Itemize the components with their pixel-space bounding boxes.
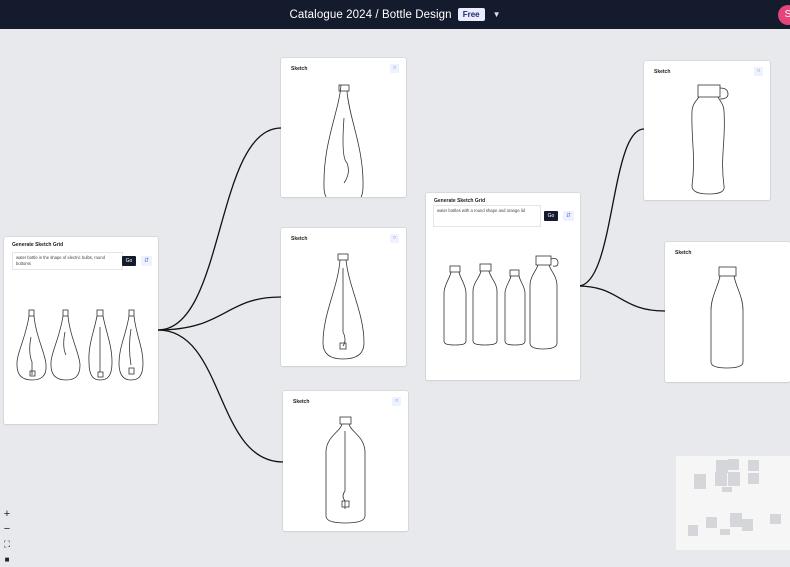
sketch-node-1[interactable]: Sketch ○ [281,58,406,197]
zoom-out-button[interactable]: − [0,522,14,537]
project-title[interactable]: Catalogue 2024 / Bottle Design [289,9,451,21]
sketch-image [323,84,364,197]
avatar[interactable]: S [778,5,790,25]
edge-gen2-sketch4 [577,128,645,287]
sketch-image [322,253,365,360]
sketch-node-5[interactable]: Sketch [665,242,790,382]
lock-icon[interactable]: ■ [0,552,14,567]
plan-badge: Free [457,8,485,21]
zoom-controls: + − ⛶ ■ [0,507,14,567]
top-bar: Catalogue 2024 / Bottle Design Free ▼ S [0,0,790,29]
edge-gen1-sketch3 [157,329,284,463]
minimap[interactable] [676,456,790,550]
edge-gen1-sketch2 [157,296,282,331]
generate-sketch-grid-node-2[interactable]: Generate Sketch Grid water bottles with … [426,193,580,380]
sketch-node-3[interactable]: Sketch ○ [283,391,408,531]
zoom-in-button[interactable]: + [0,507,14,522]
chevron-down-icon[interactable]: ▼ [493,10,501,19]
sketch-grid-image [443,255,559,350]
edge-gen2-sketch5 [577,285,666,312]
sketch-image [691,84,729,195]
sketch-image [710,266,744,369]
node-canvas[interactable]: Generate Sketch Grid water bottle in the… [0,29,790,564]
sketch-node-4[interactable]: Sketch ○ [644,61,770,200]
sketch-image [325,416,366,524]
edge-gen1-sketch1 [157,127,282,331]
generate-sketch-grid-node-1[interactable]: Generate Sketch Grid water bottle in the… [4,237,158,424]
sketch-node-2[interactable]: Sketch ○ [281,228,406,366]
sketch-grid-image [16,309,144,381]
